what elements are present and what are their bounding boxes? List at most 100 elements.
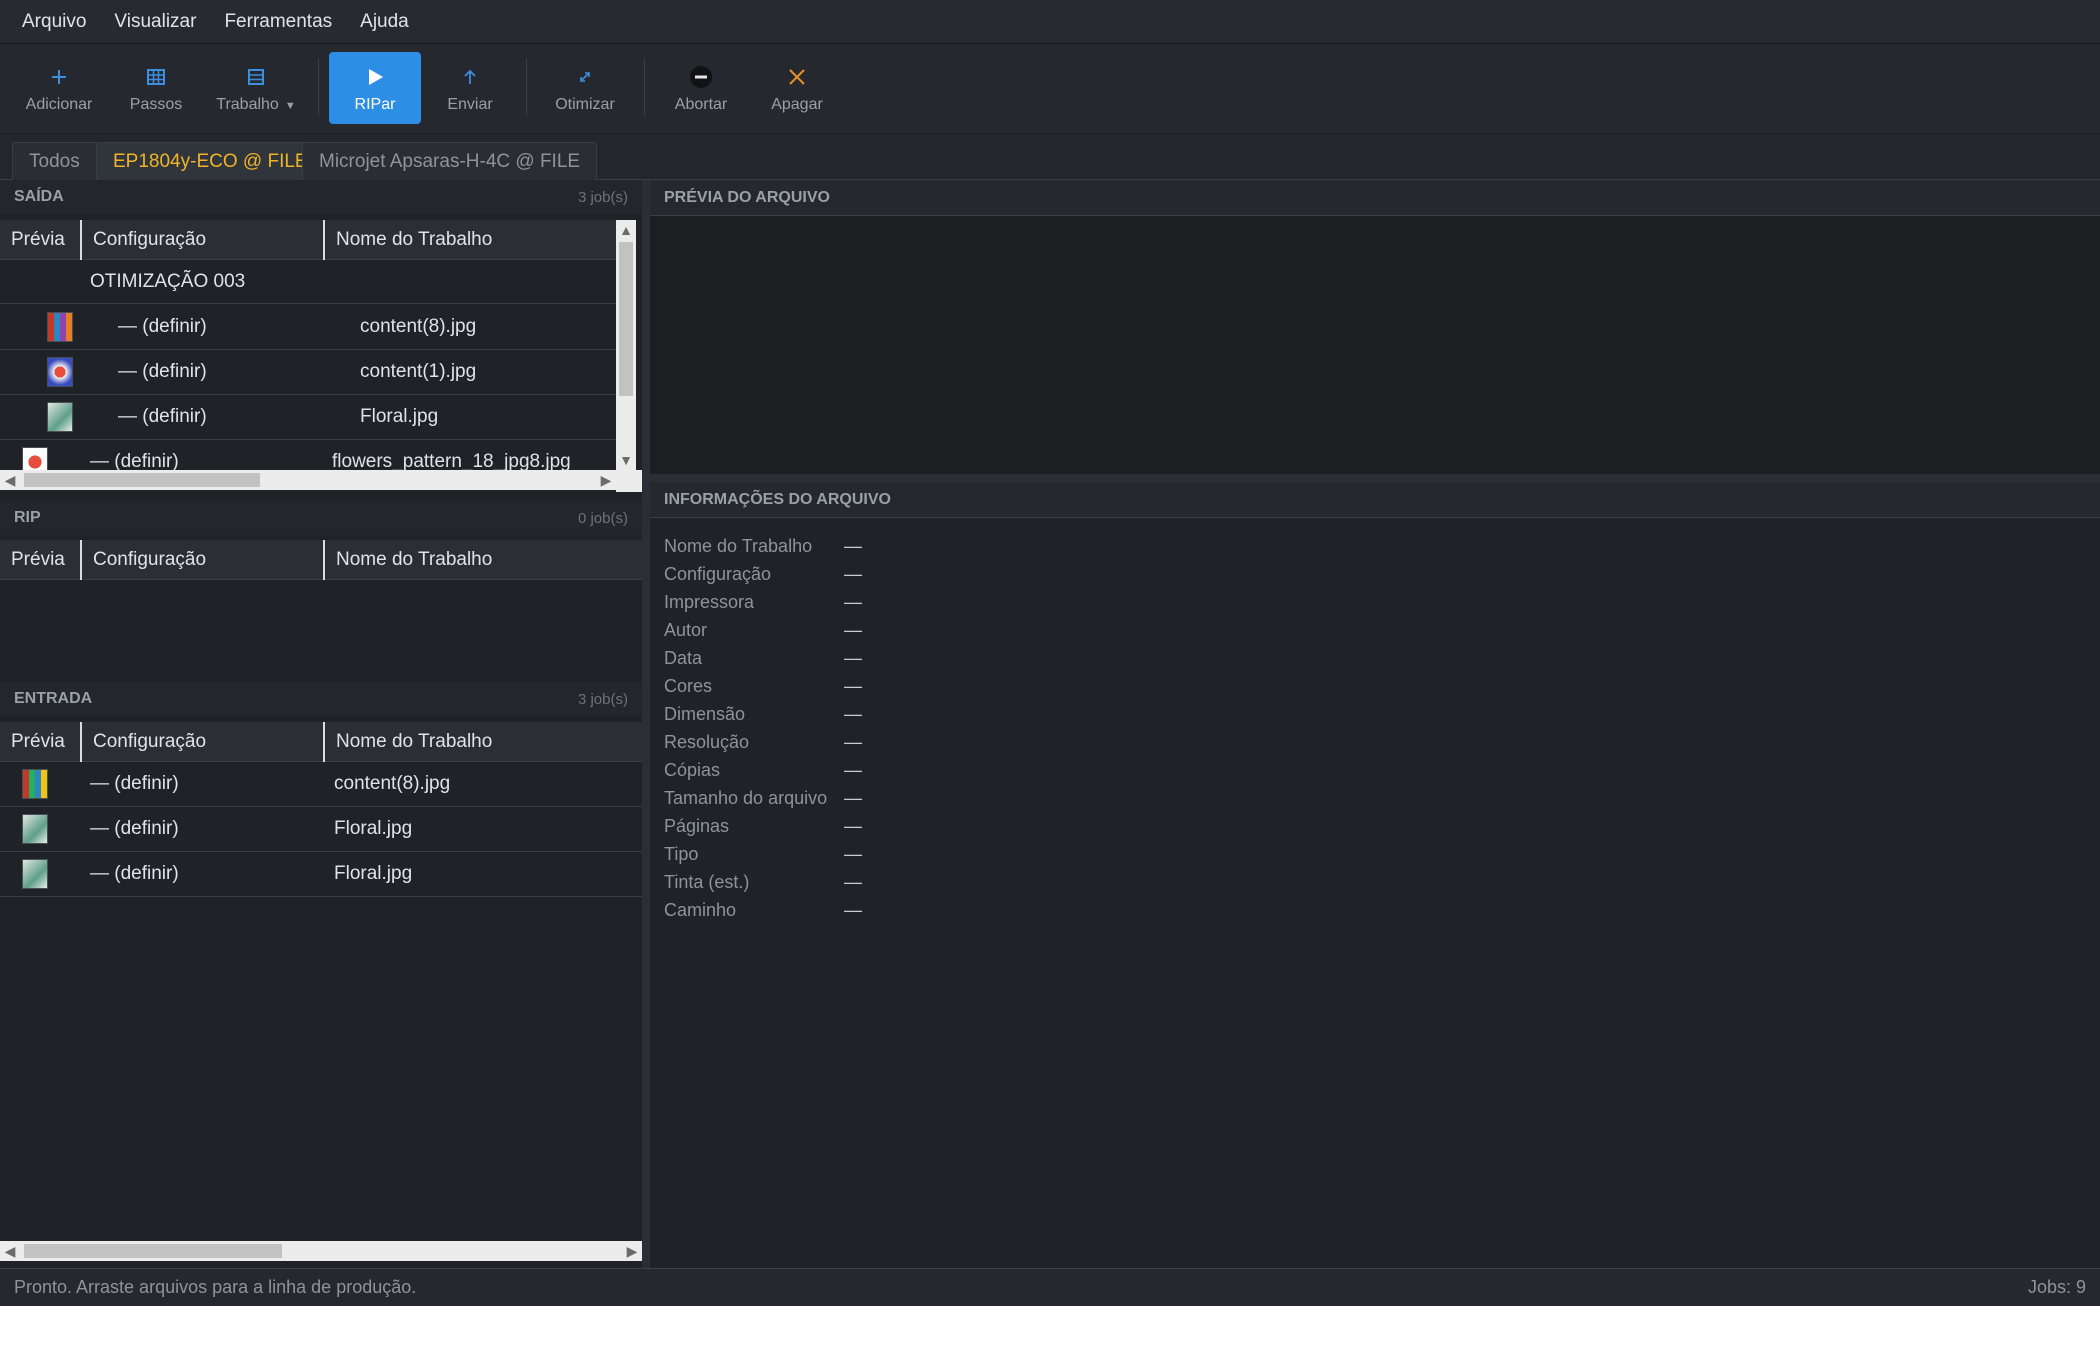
menu-ferramentas[interactable]: Ferramentas — [210, 11, 346, 33]
output-horizontal-scrollbar[interactable]: ◀ ▶ — [0, 470, 616, 490]
info-row: Impressora — — [664, 589, 862, 616]
steps-button[interactable]: Passos — [116, 52, 196, 124]
info-value: — — [844, 648, 862, 668]
optimize-button[interactable]: Otimizar — [540, 52, 630, 124]
output-vertical-scrollbar[interactable]: ▲ ▼ — [616, 220, 636, 470]
menu-ajuda[interactable]: Ajuda — [346, 11, 423, 33]
menu-visualizar[interactable]: Visualizar — [100, 11, 210, 33]
col-config[interactable]: Configuração — [82, 722, 325, 762]
row-config: — (definir) — [90, 773, 179, 794]
info-row: Dimensão — — [664, 701, 862, 728]
rip-button[interactable]: RIPar — [329, 52, 421, 124]
preview-panel-header: PRÉVIA DO ARQUIVO — [650, 180, 2100, 216]
col-preview[interactable]: Prévia — [0, 220, 82, 260]
table-row[interactable]: — (definir) flowers_pattern_18_jpg8.jpg — [0, 440, 616, 470]
job-label: Trabalho — [216, 96, 279, 113]
scroll-left-icon[interactable]: ◀ — [0, 1241, 20, 1261]
info-key: Cópias — [664, 760, 721, 780]
info-value: — — [844, 564, 862, 584]
table-row[interactable]: — (definir) Floral.jpg — [0, 852, 642, 897]
col-job-name[interactable]: Nome do Trabalho — [325, 540, 642, 580]
info-row: Autor — — [664, 617, 862, 644]
upload-icon — [462, 62, 478, 92]
info-key: Cores — [664, 676, 713, 696]
info-key: Tipo — [664, 844, 699, 864]
scroll-up-icon[interactable]: ▲ — [616, 220, 636, 240]
info-key: Resolução — [664, 732, 750, 752]
add-button[interactable]: Adicionar — [14, 52, 104, 124]
optimize-label: Otimizar — [555, 96, 615, 113]
table-row[interactable]: — (definir) content(1).jpg — [0, 350, 616, 395]
tab-todos[interactable]: Todos — [12, 142, 97, 180]
info-value: — — [844, 592, 862, 612]
table-row[interactable]: — (definir) Floral.jpg — [0, 807, 642, 852]
scrollbar-thumb[interactable] — [24, 473, 260, 487]
info-value: — — [844, 760, 862, 780]
info-value: — — [844, 676, 862, 696]
info-row: Configuração — — [664, 561, 862, 588]
scrollbar-thumb[interactable] — [24, 1244, 282, 1258]
output-panel-header: SAÍDA 3 job(s) — [0, 180, 642, 214]
info-row: Cores — — [664, 673, 862, 700]
scroll-right-icon[interactable]: ▶ — [622, 1241, 642, 1261]
info-title: INFORMAÇÕES DO ARQUIVO — [664, 490, 891, 508]
scroll-left-icon[interactable]: ◀ — [0, 470, 20, 490]
info-key: Caminho — [664, 900, 737, 920]
delete-label: Apagar — [771, 96, 823, 113]
rip-panel-header: RIP 0 job(s) — [0, 501, 642, 535]
job-button[interactable]: Trabalho ▼ — [206, 52, 306, 124]
info-key: Tamanho do arquivo — [664, 788, 828, 808]
col-job-name[interactable]: Nome do Trabalho — [325, 220, 616, 260]
play-icon — [364, 62, 386, 92]
delete-button[interactable]: Apagar — [754, 52, 840, 124]
input-horizontal-scrollbar[interactable]: ◀ ▶ — [0, 1241, 642, 1261]
row-name: flowers_pattern_18_jpg8.jpg — [332, 451, 571, 470]
status-message: Pronto. Arraste arquivos para a linha de… — [14, 1277, 417, 1297]
abort-label: Abortar — [674, 96, 728, 113]
scroll-down-icon[interactable]: ▼ — [616, 450, 636, 470]
row-config: — (definir) — [90, 451, 179, 470]
col-preview[interactable]: Prévia — [0, 540, 82, 580]
info-key: Tinta (est.) — [664, 872, 750, 892]
table-row[interactable]: — (definir) Floral.jpg — [0, 395, 616, 440]
table-row[interactable]: — (definir) content(8).jpg — [0, 305, 616, 350]
app-window: Arquivo Visualizar Ferramentas Ajuda Adi… — [0, 0, 2100, 1306]
thumbnail-image — [22, 769, 48, 799]
scrollbar-thumb[interactable] — [619, 242, 633, 396]
col-config[interactable]: Configuração — [82, 220, 325, 260]
rip-count: 0 job(s) — [577, 509, 628, 527]
tab-microjet[interactable]: Microjet Apsaras-H-4C @ FILE — [302, 142, 598, 180]
panel-splitter[interactable] — [650, 474, 2100, 482]
col-config[interactable]: Configuração — [82, 540, 325, 580]
info-row: Caminho — — [664, 897, 862, 924]
thumbnail-image — [47, 357, 73, 387]
table-row[interactable]: — (definir) content(8).jpg — [0, 762, 642, 807]
group-row[interactable]: OTIMIZAÇÃO 003 — [0, 260, 616, 304]
expand-icon — [577, 62, 593, 92]
info-value: — — [844, 620, 862, 640]
row-name: content(1).jpg — [360, 361, 477, 382]
col-job-name[interactable]: Nome do Trabalho — [325, 722, 642, 762]
info-value: — — [844, 704, 862, 724]
toolbar-separator — [644, 58, 645, 116]
thumbnail-image — [47, 402, 73, 432]
input-table-header: Prévia Configuração Nome do Trabalho — [0, 722, 642, 762]
menu-arquivo[interactable]: Arquivo — [8, 11, 100, 33]
input-panel-header: ENTRADA 3 job(s) — [0, 682, 642, 716]
scroll-right-icon[interactable]: ▶ — [596, 470, 616, 490]
status-bar: Pronto. Arraste arquivos para a linha de… — [0, 1268, 2100, 1306]
info-value: — — [844, 872, 862, 892]
tab-ep1804y[interactable]: EP1804y-ECO @ FILE — [96, 142, 325, 180]
col-preview[interactable]: Prévia — [0, 722, 82, 762]
abort-button[interactable]: Abortar — [656, 52, 746, 124]
info-row: Páginas — — [664, 813, 862, 840]
info-value: — — [844, 816, 862, 836]
thumbnail-image — [47, 312, 73, 342]
row-config: — (definir) — [118, 361, 207, 382]
panel-splitter[interactable] — [642, 180, 650, 1268]
toolbar-separator — [318, 58, 319, 116]
send-button[interactable]: Enviar — [430, 52, 510, 124]
info-row: Tipo — — [664, 841, 862, 868]
info-key: Dimensão — [664, 704, 746, 724]
rip-title: RIP — [14, 509, 41, 526]
